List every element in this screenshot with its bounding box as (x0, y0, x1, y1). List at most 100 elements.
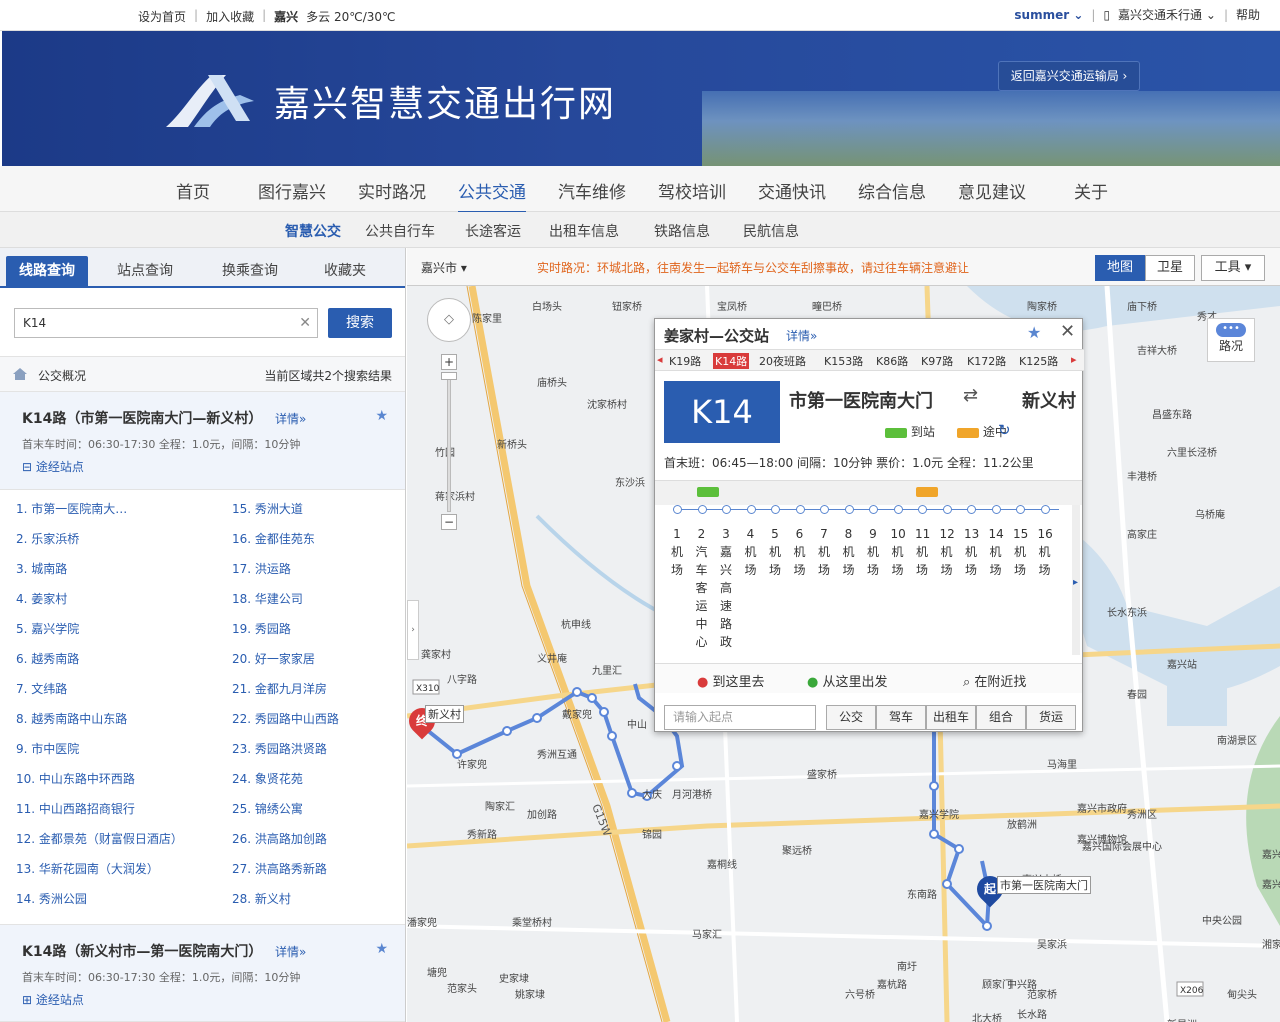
route-title[interactable]: K14路（新义村市—第一医院南大门） (22, 941, 262, 961)
search-button[interactable]: 搜索 (328, 308, 392, 338)
stop-item[interactable]: 21. 金都九月洋房 (232, 680, 327, 697)
home-icon[interactable] (12, 367, 28, 381)
tab-line-query[interactable]: 线路查询 (6, 256, 88, 288)
zoom-in-button[interactable]: + (441, 354, 457, 370)
strip-stop-name[interactable]: 16 机 场 (1038, 525, 1053, 579)
traffic-toggle[interactable]: ••• 路况 (1207, 318, 1255, 362)
stop-dot[interactable] (722, 505, 731, 514)
zoom-handle[interactable] (441, 372, 457, 380)
zoom-slider[interactable] (447, 372, 451, 512)
stop-dot[interactable] (942, 505, 952, 514)
stop-item[interactable]: 10. 中山东路中环西路 (16, 770, 135, 787)
stop-dot[interactable] (795, 505, 805, 514)
route-title[interactable]: K14路（市第一医院南大门—新义村） (22, 408, 262, 428)
nav-traffic[interactable]: 实时路况 (358, 178, 426, 203)
stop-item[interactable]: 20. 好一家家居 (232, 650, 315, 667)
add-favorite-link[interactable]: 加入收藏 (206, 8, 254, 25)
stops-toggle[interactable]: ⊞ 途经站点 (22, 991, 84, 1008)
stop-item[interactable]: 11. 中山西路招商银行 (16, 800, 135, 817)
stop-dot[interactable] (844, 505, 854, 514)
strip-stop-name[interactable]: 5 机 场 (768, 525, 782, 579)
subnav-rail[interactable]: 铁路信息 (654, 221, 710, 241)
stop-item[interactable]: 1. 市第一医院南大… (16, 500, 127, 517)
back-to-bureau-button[interactable]: 返回嘉兴交通运输局 › (998, 61, 1140, 91)
stop-item[interactable]: 4. 姜家村 (16, 590, 67, 607)
station-detail-link[interactable]: 详情» (786, 327, 817, 344)
tools-button[interactable]: 工具 ▾ (1201, 255, 1265, 281)
tab-stop-query[interactable]: 站点查询 (100, 256, 190, 288)
stop-dot[interactable] (918, 505, 927, 514)
clear-icon[interactable]: ✕ (299, 309, 311, 337)
route-card[interactable]: K14路（市第一医院南大门—新义村） 详情» ★ 首末车时间：06:30-17:… (0, 392, 405, 490)
stop-dot[interactable] (673, 505, 682, 514)
nav-info[interactable]: 综合信息 (858, 178, 926, 203)
search-nearby-button[interactable]: ⌕ 在附近找 (963, 671, 1026, 690)
pan-control[interactable]: ◇ (427, 298, 471, 342)
strip-stop-name[interactable]: 3 嘉 兴 高 速 路 政 (719, 525, 733, 651)
mode-combo-button[interactable]: 组合 (976, 705, 1026, 730)
strip-stop-name[interactable]: 12 机 场 (940, 525, 955, 579)
stop-dot[interactable] (1040, 505, 1050, 514)
strip-stop-name[interactable]: 9 机 场 (866, 525, 880, 579)
strip-stop-name[interactable]: 1 机 场 (670, 525, 684, 579)
prev-line-icon[interactable]: ◂ (657, 353, 663, 366)
map-view-button[interactable]: 地图 (1095, 255, 1145, 281)
line-tab[interactable]: K172路 (967, 353, 1006, 369)
favorite-star-icon[interactable]: ★ (375, 408, 388, 424)
direction-swap-icon[interactable]: ⇄ (963, 385, 978, 406)
go-here-button[interactable]: ● 到这里去 (697, 671, 765, 690)
nav-news[interactable]: 交通快讯 (758, 178, 826, 203)
stop-item[interactable]: 24. 象贤花苑 (232, 770, 303, 787)
tab-favorites[interactable]: 收藏夹 (300, 256, 390, 288)
stop-item[interactable]: 6. 越秀南路 (16, 650, 79, 667)
stop-dot[interactable] (991, 505, 1001, 514)
stop-item[interactable]: 19. 秀园路 (232, 620, 291, 637)
refresh-icon[interactable]: ↻ (998, 421, 1011, 439)
subnav-taxi[interactable]: 出租车信息 (549, 221, 619, 241)
tab-transfer-query[interactable]: 换乘查询 (205, 256, 295, 288)
overview-label[interactable]: 公交概况 (38, 367, 86, 384)
favorite-star-icon[interactable]: ★ (1027, 323, 1041, 342)
strip-stop-name[interactable]: 6 机 场 (793, 525, 807, 579)
strip-stop-name[interactable]: 8 机 场 (842, 525, 856, 579)
stop-item[interactable]: 18. 华建公司 (232, 590, 303, 607)
stop-dot[interactable] (697, 505, 707, 514)
strip-stop-name[interactable]: 11 机 场 (915, 525, 930, 579)
line-tab-active[interactable]: K14路 (713, 353, 750, 369)
subnav-aviation[interactable]: 民航信息 (743, 221, 799, 241)
help-link[interactable]: 帮助 (1236, 6, 1260, 23)
mode-taxi-button[interactable]: 出租车 (926, 705, 976, 730)
favorite-star-icon[interactable]: ★ (375, 941, 388, 957)
nav-driving-school[interactable]: 驾校培训 (658, 178, 726, 203)
stop-item[interactable]: 13. 华新花园南（大润发） (16, 860, 159, 877)
strip-stop-name[interactable]: 4 机 场 (744, 525, 758, 579)
stop-dot[interactable] (1016, 505, 1025, 514)
stop-item[interactable]: 27. 洪高路秀新路 (232, 860, 327, 877)
stop-dot[interactable] (893, 505, 903, 514)
stop-dot[interactable] (869, 505, 878, 514)
stop-dot[interactable] (820, 505, 829, 514)
nav-home[interactable]: 首页 (176, 178, 210, 203)
stops-toggle[interactable]: ⊟ 途经站点 (22, 458, 84, 475)
strip-next-icon[interactable]: ▸ (1073, 577, 1078, 588)
next-line-icon[interactable]: ▸ (1071, 353, 1077, 366)
mode-freight-button[interactable]: 货运 (1026, 705, 1076, 730)
stop-item[interactable]: 2. 乐家浜桥 (16, 530, 79, 547)
line-tab[interactable]: 20夜班路 (759, 353, 806, 369)
line-tab[interactable]: K86路 (876, 353, 908, 369)
stop-item[interactable]: 28. 新义村 (232, 890, 291, 907)
subnav-smart-bus[interactable]: 智慧公交 (285, 221, 341, 241)
strip-stop-name[interactable]: 2 汽 车 客 运 中 心 (695, 525, 709, 651)
mode-drive-button[interactable]: 驾车 (876, 705, 926, 730)
nav-map[interactable]: 图行嘉兴 (258, 178, 326, 203)
route-card[interactable]: K14路（新义村市—第一医院南大门） 详情» ★ 首末车时间：06:30-17:… (0, 924, 405, 1022)
line-tab[interactable]: K153路 (824, 353, 863, 369)
stop-dot[interactable] (746, 505, 756, 514)
stop-item[interactable]: 12. 金都景苑（财富假日酒店） (16, 830, 183, 847)
route-detail-link[interactable]: 详情» (275, 410, 306, 427)
stop-item[interactable]: 22. 秀园路中山西路 (232, 710, 339, 727)
map-city-selector[interactable]: 嘉兴市 ▾ (421, 259, 467, 276)
stop-item[interactable]: 8. 越秀南路中山东路 (16, 710, 127, 727)
stop-item[interactable]: 17. 洪运路 (232, 560, 291, 577)
line-tab[interactable]: K97路 (921, 353, 953, 369)
